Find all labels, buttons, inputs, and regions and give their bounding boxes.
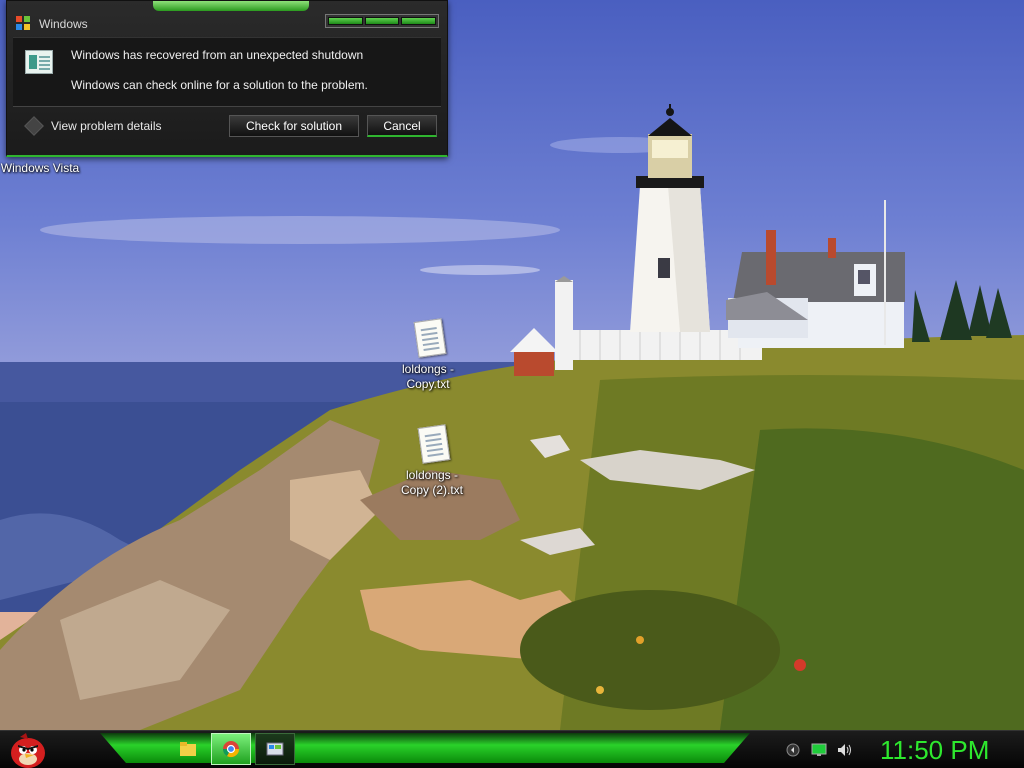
- desktop-icon-loldongs-copy-2[interactable]: loldongs - Copy (2).txt: [392, 424, 472, 498]
- monitor-icon[interactable]: [811, 742, 827, 758]
- taskbar-explorer-button[interactable]: [168, 733, 208, 765]
- dialog-body: Windows has recovered from an unexpected…: [13, 37, 441, 107]
- recovery-app-icon: [25, 50, 53, 74]
- dialog-message-primary: Windows has recovered from an unexpected…: [71, 48, 364, 62]
- error-dialog: Windows Windows has recovered from an un…: [6, 0, 448, 157]
- dialog-footer: View problem details Check for solution …: [13, 109, 441, 145]
- desktop-icon-label: Windows Vista: [0, 161, 80, 175]
- close-button[interactable]: [401, 17, 437, 25]
- desktop-icon-windows-vista[interactable]: Windows Vista: [0, 161, 80, 176]
- taskbar-chrome-button[interactable]: [211, 733, 251, 765]
- taskbar: 11:50 PM: [0, 730, 1024, 768]
- maximize-button[interactable]: [364, 17, 400, 25]
- text-file-icon: [414, 424, 451, 464]
- chrome-icon: [222, 741, 240, 758]
- volume-icon[interactable]: [837, 742, 853, 758]
- window-controls: [325, 14, 439, 28]
- desktop-icon-loldongs-copy[interactable]: loldongs - Copy.txt: [388, 318, 468, 392]
- windows-logo-icon: [16, 16, 30, 30]
- desktop-icon-label: loldongs - Copy.txt: [401, 362, 455, 391]
- text-file-icon: [410, 318, 447, 358]
- folder-icon: [180, 742, 196, 756]
- windows-app-icon: [266, 742, 284, 756]
- dialog-top-glow: [153, 1, 309, 11]
- chevron-down-icon: [24, 116, 44, 136]
- angry-bird-start-icon[interactable]: [8, 731, 48, 768]
- dialog-titlebar[interactable]: Windows: [7, 11, 447, 37]
- cancel-button[interactable]: Cancel: [367, 115, 437, 137]
- system-tray: [785, 737, 853, 763]
- taskbar-windows-app-button[interactable]: [255, 733, 295, 765]
- dialog-message-secondary: Windows can check online for a solution …: [71, 78, 368, 92]
- view-problem-details-label: View problem details: [51, 119, 162, 133]
- network-arrow-icon[interactable]: [785, 742, 801, 758]
- dialog-title: Windows: [39, 17, 88, 31]
- desktop-icon-label: loldongs - Copy (2).txt: [400, 468, 463, 497]
- taskbar-clock[interactable]: 11:50 PM: [880, 735, 989, 766]
- check-for-solution-button[interactable]: Check for solution: [229, 115, 359, 137]
- minimize-button[interactable]: [328, 17, 363, 25]
- view-problem-details-toggle[interactable]: View problem details: [24, 116, 162, 136]
